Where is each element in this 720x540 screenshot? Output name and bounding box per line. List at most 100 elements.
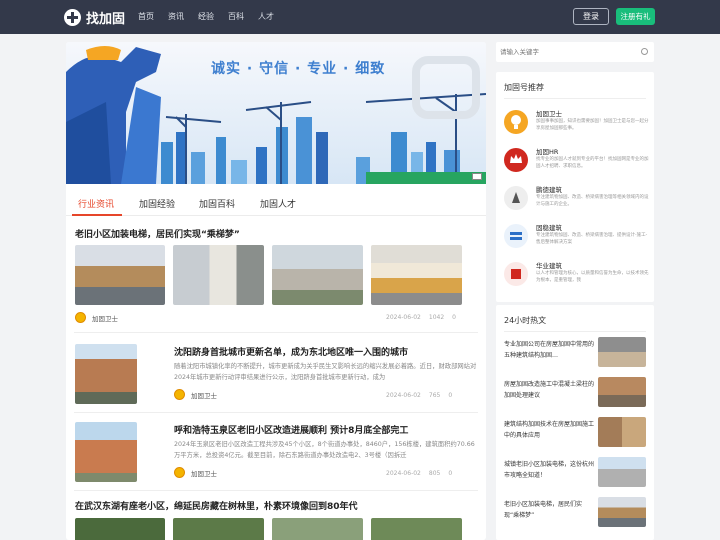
article-title[interactable]: 在武汉东湖有座老小区，绵延民房藏在树林里，朴素环境像回到80年代 bbox=[75, 499, 358, 512]
recommend-panel: 加固号推荐 加固卫士 加固事事加固，知识也需要加固！加固卫士是与您一起分享房屋加… bbox=[496, 72, 654, 302]
search-input[interactable] bbox=[500, 45, 630, 59]
crown-icon bbox=[504, 148, 528, 172]
like-count[interactable]: 0 bbox=[452, 314, 456, 321]
hot-article-title[interactable]: 房屋加固改造施工中混凝土梁柱的加固处理建议 bbox=[504, 379, 594, 401]
article-thumbnail[interactable] bbox=[75, 245, 165, 305]
recommend-item[interactable]: 华业建筑 以人才和管理为核心，以质量和信誉为生命，以技术领先为根本，是重管理，我 bbox=[504, 260, 652, 290]
login-button[interactable]: 登录 bbox=[573, 8, 609, 25]
recommend-item[interactable]: 加固HR 找专业的加固人才就到专业的平台！找加固网是专业的加固人才招聘、求职信息… bbox=[504, 146, 652, 176]
article-tabs: 行业资讯 加固经验 加固百科 加固人才 bbox=[66, 188, 486, 216]
recommend-title: 加固号推荐 bbox=[504, 83, 544, 92]
logo-text: 找加固 bbox=[86, 12, 126, 27]
recommend-desc: 加固事事加固，知识也需要加固！加固卫士是与您一起分享房屋加固那些事。 bbox=[536, 119, 649, 131]
article-thumbnail[interactable] bbox=[272, 518, 363, 540]
article-thumbnail[interactable] bbox=[173, 518, 264, 540]
article-thumbnail[interactable] bbox=[371, 245, 462, 305]
top-navbar: 找加固 首页 资讯 经验 百科 人才 登录 注册有礼 bbox=[0, 0, 720, 34]
like-count[interactable]: 0 bbox=[448, 392, 452, 399]
recommend-desc: 专注建筑物加固、改造、桥梁病害治理、提供设计-施工-售后整体解决方案 bbox=[536, 233, 648, 245]
date-text: 2024-06-02 bbox=[386, 470, 421, 477]
date-text: 2024-06-02 bbox=[386, 314, 421, 321]
hot-article-thumbnail[interactable] bbox=[598, 497, 646, 527]
search-icon[interactable] bbox=[641, 48, 648, 55]
company-logo-icon bbox=[504, 224, 528, 248]
divider bbox=[504, 98, 646, 99]
recommend-name[interactable]: 加固HR bbox=[536, 146, 558, 156]
nav-talent[interactable]: 人才 bbox=[258, 11, 274, 22]
divider bbox=[504, 331, 646, 332]
hero-banner[interactable]: 诚实 · 守信 · 专业 · 细致 bbox=[66, 42, 486, 184]
hot-article-title[interactable]: 城镇老旧小区加装电梯，这份杭州市攻略全知道！ bbox=[504, 459, 594, 481]
hot-article-item[interactable]: 城镇老旧小区加装电梯，这份杭州市攻略全知道！ bbox=[504, 457, 648, 489]
view-count: 1042 bbox=[428, 314, 445, 321]
recommend-item[interactable]: 固稳建筑 专注建筑物加固、改造、桥梁病害治理、提供设计-施工-售后整体解决方案 bbox=[504, 222, 652, 252]
hot-article-thumbnail[interactable] bbox=[598, 377, 646, 407]
nav-news[interactable]: 资讯 bbox=[168, 11, 184, 22]
article-thumbnail[interactable] bbox=[75, 518, 165, 540]
article-stats: 2024-06-02 765 0 bbox=[386, 392, 452, 399]
author-avatar[interactable] bbox=[174, 467, 185, 478]
hot-article-thumbnail[interactable] bbox=[598, 337, 646, 367]
hot-article-item[interactable]: 房屋加固改造施工中混凝土梁柱的加固处理建议 bbox=[504, 377, 648, 409]
author-avatar[interactable] bbox=[174, 389, 185, 400]
article-meta: 加固卫士 bbox=[75, 312, 118, 323]
view-count: 765 bbox=[428, 392, 441, 399]
divider bbox=[74, 332, 478, 333]
author-avatar[interactable] bbox=[75, 312, 86, 323]
date-text: 2024-06-02 bbox=[386, 392, 421, 399]
article-summary: 随着沈阳市城镇化率的不断提升，城市更新成为关乎民生又影响长远的缩兴发展必着路。近… bbox=[174, 363, 477, 381]
nav-experience[interactable]: 经验 bbox=[198, 11, 214, 22]
banner-slogan: 诚实 · 守信 · 专业 · 细致 bbox=[211, 61, 386, 77]
nav-home[interactable]: 首页 bbox=[138, 11, 154, 22]
like-count[interactable]: 0 bbox=[448, 470, 452, 477]
article-thumbnail[interactable] bbox=[75, 422, 137, 482]
company-logo-icon bbox=[504, 262, 528, 286]
author-name[interactable]: 加固卫士 bbox=[191, 468, 217, 478]
article-thumbnail[interactable] bbox=[75, 344, 137, 404]
article-thumbnail[interactable] bbox=[272, 245, 363, 305]
tab-talent[interactable]: 加固人才 bbox=[260, 197, 296, 210]
recommend-name[interactable]: 固稳建筑 bbox=[536, 222, 562, 232]
hot-article-title[interactable]: 建筑结构加固技术在房屋加固施工中的具体应用 bbox=[504, 419, 594, 441]
recommend-name[interactable]: 加固卫士 bbox=[536, 108, 562, 118]
article-meta: 加固卫士 bbox=[174, 389, 217, 400]
main-content: 诚实 · 守信 · 专业 · 细致 行业资讯 加固经验 加固百科 加固人才 老旧… bbox=[66, 42, 486, 540]
recommend-item[interactable]: 加固卫士 加固事事加固，知识也需要加固！加固卫士是与您一起分享房屋加固那些事。 bbox=[504, 108, 652, 138]
article-title[interactable]: 沈阳跻身首批城市更新名单，成为东北地区唯一入围的城市 bbox=[174, 345, 408, 358]
recommend-name[interactable]: 华业建筑 bbox=[536, 260, 562, 270]
site-logo[interactable]: 找加固 bbox=[64, 8, 125, 27]
author-name[interactable]: 加固卫士 bbox=[92, 313, 118, 323]
hot-articles-panel: 24小时热文 专业加固公司在房屋加固中常用的五种建筑结构加固… 房屋加固改造施工… bbox=[496, 305, 654, 540]
sidebar-search bbox=[496, 42, 654, 62]
hot-article-item[interactable]: 老旧小区加装电梯，居民们实现“乘梯梦” bbox=[504, 497, 648, 529]
hot-article-thumbnail[interactable] bbox=[598, 457, 646, 487]
hot-title: 24小时热文 bbox=[504, 316, 547, 325]
article-stats: 2024-06-02 1042 0 bbox=[386, 314, 456, 321]
tab-wiki[interactable]: 加固百科 bbox=[199, 197, 235, 210]
hot-article-item[interactable]: 专业加固公司在房屋加固中常用的五种建筑结构加固… bbox=[504, 337, 648, 369]
active-tab-underline bbox=[72, 214, 122, 216]
article-meta: 加固卫士 bbox=[174, 467, 217, 478]
author-name[interactable]: 加固卫士 bbox=[191, 390, 217, 400]
article-title[interactable]: 呼和浩特玉泉区老旧小区改造进展顺利 预计8月底全部完工 bbox=[174, 423, 408, 436]
article-stats: 2024-06-02 805 0 bbox=[386, 470, 452, 477]
hot-article-title[interactable]: 专业加固公司在房屋加固中常用的五种建筑结构加固… bbox=[504, 339, 594, 361]
hot-article-item[interactable]: 建筑结构加固技术在房屋加固施工中的具体应用 bbox=[504, 417, 648, 449]
logo-cross-icon bbox=[64, 9, 81, 26]
recommend-desc: 以人才和管理为核心，以质量和信誉为生命，以技术领先为根本，是重管理，我 bbox=[536, 271, 649, 283]
article-title[interactable]: 老旧小区加装电梯，居民们实现“乘梯梦” bbox=[75, 227, 240, 240]
nav-wiki[interactable]: 百科 bbox=[228, 11, 244, 22]
hot-article-title[interactable]: 老旧小区加装电梯，居民们实现“乘梯梦” bbox=[504, 499, 594, 521]
recommend-name[interactable]: 鹏徳建筑 bbox=[536, 184, 562, 194]
register-button[interactable]: 注册有礼 bbox=[616, 8, 655, 25]
hot-article-thumbnail[interactable] bbox=[598, 417, 646, 447]
article-thumbnail[interactable] bbox=[371, 518, 462, 540]
tab-experience[interactable]: 加固经验 bbox=[139, 197, 175, 210]
tab-industry-news[interactable]: 行业资讯 bbox=[78, 197, 114, 210]
main-nav: 首页 资讯 经验 百科 人才 bbox=[138, 11, 274, 22]
banner-image-icon bbox=[472, 173, 482, 180]
view-count: 805 bbox=[428, 470, 441, 477]
divider bbox=[74, 490, 478, 491]
recommend-item[interactable]: 鹏徳建筑 专注建筑物加固、改造、桥梁病害治理等相关领域内的设计与施工的企业。 bbox=[504, 184, 652, 214]
article-thumbnail[interactable] bbox=[173, 245, 264, 305]
